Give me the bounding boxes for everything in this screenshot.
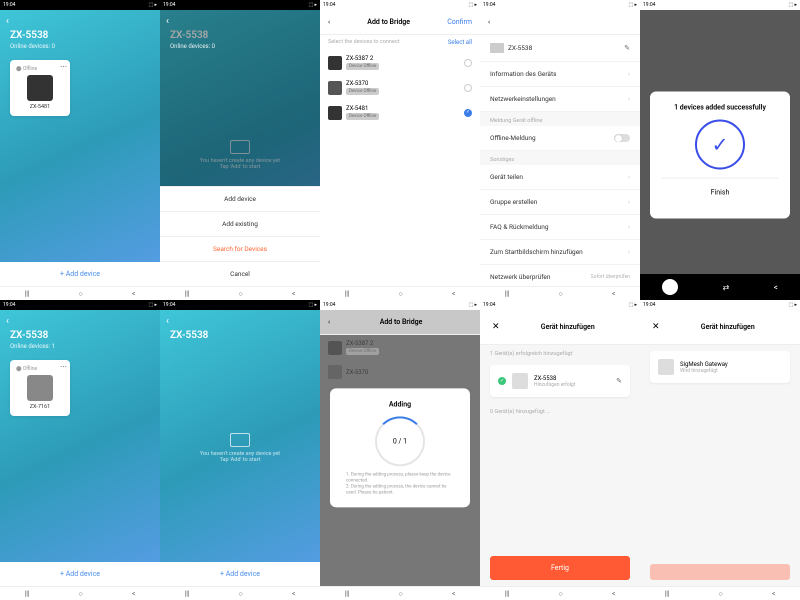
opt-cancel[interactable]: Cancel	[160, 261, 320, 286]
device-thumb	[512, 373, 528, 389]
added-device-card[interactable]: SigMesh GatewayWird hinzugefügt	[650, 351, 790, 383]
toggle[interactable]	[614, 134, 630, 142]
back-icon[interactable]: ‹	[6, 16, 9, 27]
finish-button[interactable]: Finish	[662, 178, 778, 207]
device-row[interactable]: ZX-5481Device Offline	[320, 100, 480, 125]
edit-icon[interactable]: ✎	[616, 377, 622, 385]
back-icon[interactable]: ‹	[166, 316, 169, 327]
device-card[interactable]: ⬤ Offline ⋯ ZX-7161	[10, 360, 70, 416]
row-info[interactable]: Information des Geräts›	[480, 62, 640, 87]
close-icon[interactable]: ✕	[648, 318, 664, 336]
action-sheet: Add device Add existing Search for Devic…	[160, 186, 320, 286]
row-homescreen[interactable]: Zum Startbildschirm hinzufügen›	[480, 240, 640, 265]
device-row[interactable]: ZX-5370Device Offline	[320, 75, 480, 100]
check-icon: ✓	[498, 377, 506, 385]
edit-icon[interactable]: ⇄	[723, 283, 730, 292]
add-device-button[interactable]: + Add device	[0, 562, 160, 586]
device-card[interactable]: ⬤ Offline ⋯ ZX-5481	[10, 60, 70, 116]
progress-circle: 0 / 1	[375, 416, 425, 466]
row-offline-notify[interactable]: Offline-Meldung	[480, 126, 640, 151]
page-title: ZX-5538	[0, 10, 160, 43]
row-group[interactable]: Gruppe erstellen›	[480, 190, 640, 215]
device-thumb	[658, 359, 674, 375]
back-icon[interactable]: ‹	[166, 16, 169, 27]
more-icon[interactable]: ⋯	[60, 63, 67, 71]
back-icon[interactable]: ‹	[488, 18, 490, 26]
select-all[interactable]: Select all	[448, 39, 472, 46]
opt-add[interactable]: Add device	[160, 186, 320, 211]
done-button-disabled	[650, 564, 790, 580]
done-button[interactable]: Fertig	[490, 556, 630, 580]
row-check-net[interactable]: Netzwerk überprüfenSofort überprüfen	[480, 265, 640, 286]
close-icon[interactable]: ✕	[488, 318, 504, 336]
device-thumb	[27, 375, 53, 401]
opt-existing[interactable]: Add existing	[160, 211, 320, 236]
row-faq[interactable]: FAQ & Rückmeldung›	[480, 215, 640, 240]
success-modal: 1 devices added successfully ✓ Finish	[650, 92, 790, 219]
opt-search[interactable]: Search for Devices	[160, 236, 320, 261]
radio[interactable]	[464, 84, 472, 92]
device-thumb	[490, 43, 504, 53]
add-device-button[interactable]: + Add device	[160, 562, 320, 586]
back-icon[interactable]: ‹	[6, 316, 9, 327]
more-icon[interactable]: ⋯	[60, 363, 67, 371]
shutter-button[interactable]	[662, 279, 678, 295]
check-icon: ✓	[695, 120, 745, 170]
confirm-button[interactable]: Confirm	[447, 18, 472, 26]
online-count: Online devices: 0	[0, 43, 160, 50]
back-icon[interactable]: ‹	[328, 18, 330, 26]
empty-icon	[230, 433, 250, 447]
radio-checked[interactable]	[464, 109, 472, 117]
device-row[interactable]: ZX-5387 2Device Offline	[320, 50, 480, 75]
radio[interactable]	[464, 59, 472, 67]
back-icon[interactable]: ‹	[328, 318, 330, 326]
adding-modal: Adding 0 / 1 1. During the adding proces…	[330, 388, 470, 507]
added-device-card[interactable]: ✓ ZX-5538Hinzufügen erfolgt ✎	[490, 365, 630, 397]
time: 19:04	[3, 2, 15, 8]
edit-icon[interactable]: ✎	[624, 44, 630, 52]
row-network[interactable]: Netzwerkeinstellungen›	[480, 87, 640, 112]
add-device-button[interactable]: + Add device	[0, 262, 160, 286]
camera-bar: ⇄ <	[640, 274, 800, 300]
device-thumb	[27, 75, 53, 101]
row-share[interactable]: Gerät teilen›	[480, 165, 640, 190]
share-icon[interactable]: <	[774, 283, 778, 292]
